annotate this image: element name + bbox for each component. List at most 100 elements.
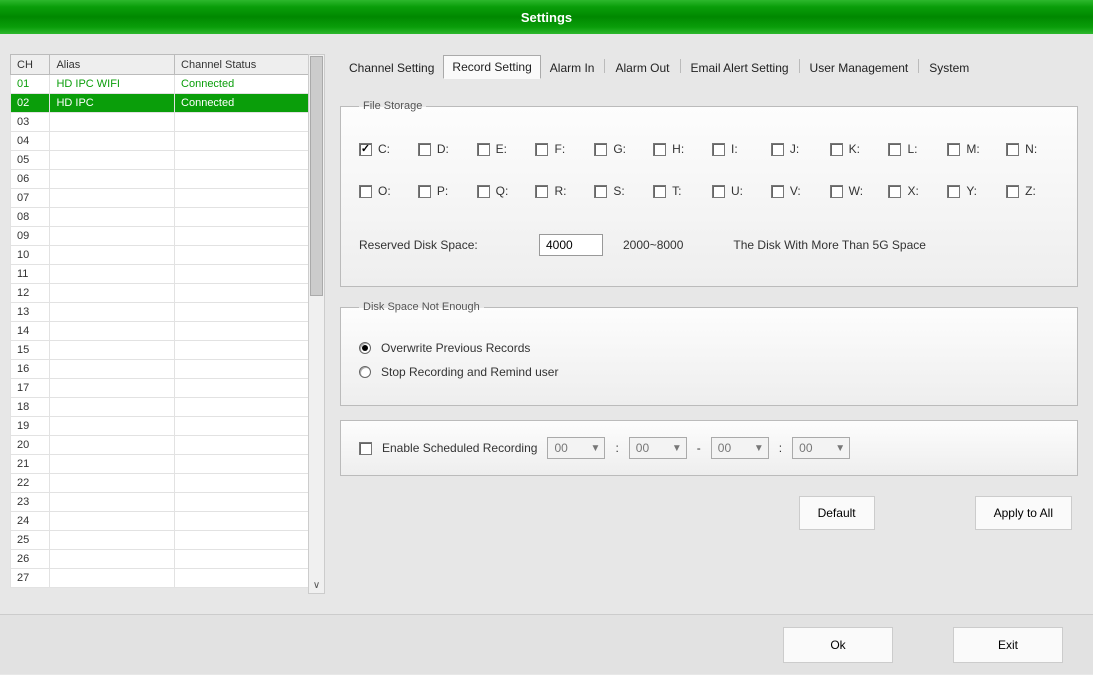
table-row[interactable]: 05: [11, 151, 310, 170]
table-row[interactable]: 16: [11, 360, 310, 379]
drive-checkbox[interactable]: [653, 143, 666, 156]
drive-v[interactable]: V:: [771, 184, 824, 198]
drive-checkbox[interactable]: [947, 185, 960, 198]
ok-button[interactable]: Ok: [783, 627, 893, 663]
tab-user-management[interactable]: User Management: [801, 56, 918, 79]
drive-n[interactable]: N:: [1006, 142, 1059, 156]
drive-checkbox[interactable]: [359, 185, 372, 198]
table-row[interactable]: 09: [11, 227, 310, 246]
drive-g[interactable]: G:: [594, 142, 647, 156]
col-header-ch[interactable]: CH: [11, 55, 50, 75]
table-row[interactable]: 18: [11, 398, 310, 417]
drive-j[interactable]: J:: [771, 142, 824, 156]
scroll-down-icon[interactable]: ∨: [309, 578, 324, 593]
table-row[interactable]: 10: [11, 246, 310, 265]
drive-checkbox[interactable]: [594, 143, 607, 156]
drive-p[interactable]: P:: [418, 184, 471, 198]
drive-checkbox[interactable]: [477, 143, 490, 156]
scrollbar-thumb[interactable]: [310, 56, 323, 296]
drive-checkbox[interactable]: [535, 143, 548, 156]
schedule-end-min[interactable]: 00▼: [792, 437, 850, 459]
drive-checkbox[interactable]: [830, 185, 843, 198]
drive-u[interactable]: U:: [712, 184, 765, 198]
drive-c[interactable]: C:: [359, 142, 412, 156]
drive-l[interactable]: L:: [888, 142, 941, 156]
table-row[interactable]: 20: [11, 436, 310, 455]
drive-x[interactable]: X:: [888, 184, 941, 198]
drive-checkbox[interactable]: [653, 185, 666, 198]
table-row[interactable]: 11: [11, 265, 310, 284]
tab-channel-setting[interactable]: Channel Setting: [340, 56, 443, 79]
drive-checkbox[interactable]: [771, 185, 784, 198]
drive-y[interactable]: Y:: [947, 184, 1000, 198]
drive-r[interactable]: R:: [535, 184, 588, 198]
table-row[interactable]: 23: [11, 493, 310, 512]
drive-m[interactable]: M:: [947, 142, 1000, 156]
drive-s[interactable]: S:: [594, 184, 647, 198]
drive-checkbox[interactable]: [830, 143, 843, 156]
exit-button[interactable]: Exit: [953, 627, 1063, 663]
schedule-start-hour[interactable]: 00▼: [547, 437, 605, 459]
schedule-start-min[interactable]: 00▼: [629, 437, 687, 459]
schedule-end-hour[interactable]: 00▼: [711, 437, 769, 459]
drive-checkbox[interactable]: [771, 143, 784, 156]
table-row[interactable]: 02HD IPCConnected: [11, 94, 310, 113]
drive-w[interactable]: W:: [830, 184, 883, 198]
drive-t[interactable]: T:: [653, 184, 706, 198]
drive-o[interactable]: O:: [359, 184, 412, 198]
tab-system[interactable]: System: [920, 56, 978, 79]
table-row[interactable]: 06: [11, 170, 310, 189]
drive-k[interactable]: K:: [830, 142, 883, 156]
drive-checkbox[interactable]: [359, 143, 372, 156]
drive-h[interactable]: H:: [653, 142, 706, 156]
tab-alarm-out[interactable]: Alarm Out: [606, 56, 678, 79]
table-row[interactable]: 14: [11, 322, 310, 341]
drive-e[interactable]: E:: [477, 142, 530, 156]
tab-email-alert-setting[interactable]: Email Alert Setting: [682, 56, 798, 79]
drive-q[interactable]: Q:: [477, 184, 530, 198]
col-header-alias[interactable]: Alias: [50, 55, 175, 75]
table-row[interactable]: 08: [11, 208, 310, 227]
table-row[interactable]: 12: [11, 284, 310, 303]
drive-i[interactable]: I:: [712, 142, 765, 156]
drive-checkbox[interactable]: [418, 185, 431, 198]
drive-checkbox[interactable]: [712, 185, 725, 198]
table-row[interactable]: 01HD IPC WIFIConnected: [11, 75, 310, 94]
radio-overwrite[interactable]: [359, 342, 371, 354]
reserved-disk-input[interactable]: [539, 234, 603, 256]
table-row[interactable]: 24: [11, 512, 310, 531]
table-row[interactable]: 07: [11, 189, 310, 208]
tab-alarm-in[interactable]: Alarm In: [541, 56, 604, 79]
drive-d[interactable]: D:: [418, 142, 471, 156]
drive-checkbox[interactable]: [594, 185, 607, 198]
table-row[interactable]: 25: [11, 531, 310, 550]
default-button[interactable]: Default: [799, 496, 875, 530]
drive-checkbox[interactable]: [712, 143, 725, 156]
table-row[interactable]: 13: [11, 303, 310, 322]
radio-stop[interactable]: [359, 366, 371, 378]
drive-checkbox[interactable]: [1006, 185, 1019, 198]
drive-checkbox[interactable]: [888, 143, 901, 156]
channel-scrollbar[interactable]: ∧ ∨: [308, 54, 325, 594]
col-header-status[interactable]: Channel Status: [175, 55, 310, 75]
apply-to-all-button[interactable]: Apply to All: [975, 496, 1072, 530]
drive-checkbox[interactable]: [535, 185, 548, 198]
table-row[interactable]: 03: [11, 113, 310, 132]
table-row[interactable]: 21: [11, 455, 310, 474]
table-row[interactable]: 26: [11, 550, 310, 569]
table-row[interactable]: 15: [11, 341, 310, 360]
table-row[interactable]: 22: [11, 474, 310, 493]
drive-z[interactable]: Z:: [1006, 184, 1059, 198]
table-row[interactable]: 04: [11, 132, 310, 151]
table-row[interactable]: 27: [11, 569, 310, 588]
drive-checkbox[interactable]: [418, 143, 431, 156]
drive-f[interactable]: F:: [535, 142, 588, 156]
drive-checkbox[interactable]: [477, 185, 490, 198]
drive-checkbox[interactable]: [947, 143, 960, 156]
tab-record-setting[interactable]: Record Setting: [443, 55, 540, 79]
enable-schedule-checkbox[interactable]: [359, 442, 372, 455]
drive-checkbox[interactable]: [1006, 143, 1019, 156]
table-row[interactable]: 17: [11, 379, 310, 398]
table-row[interactable]: 19: [11, 417, 310, 436]
drive-checkbox[interactable]: [888, 185, 901, 198]
